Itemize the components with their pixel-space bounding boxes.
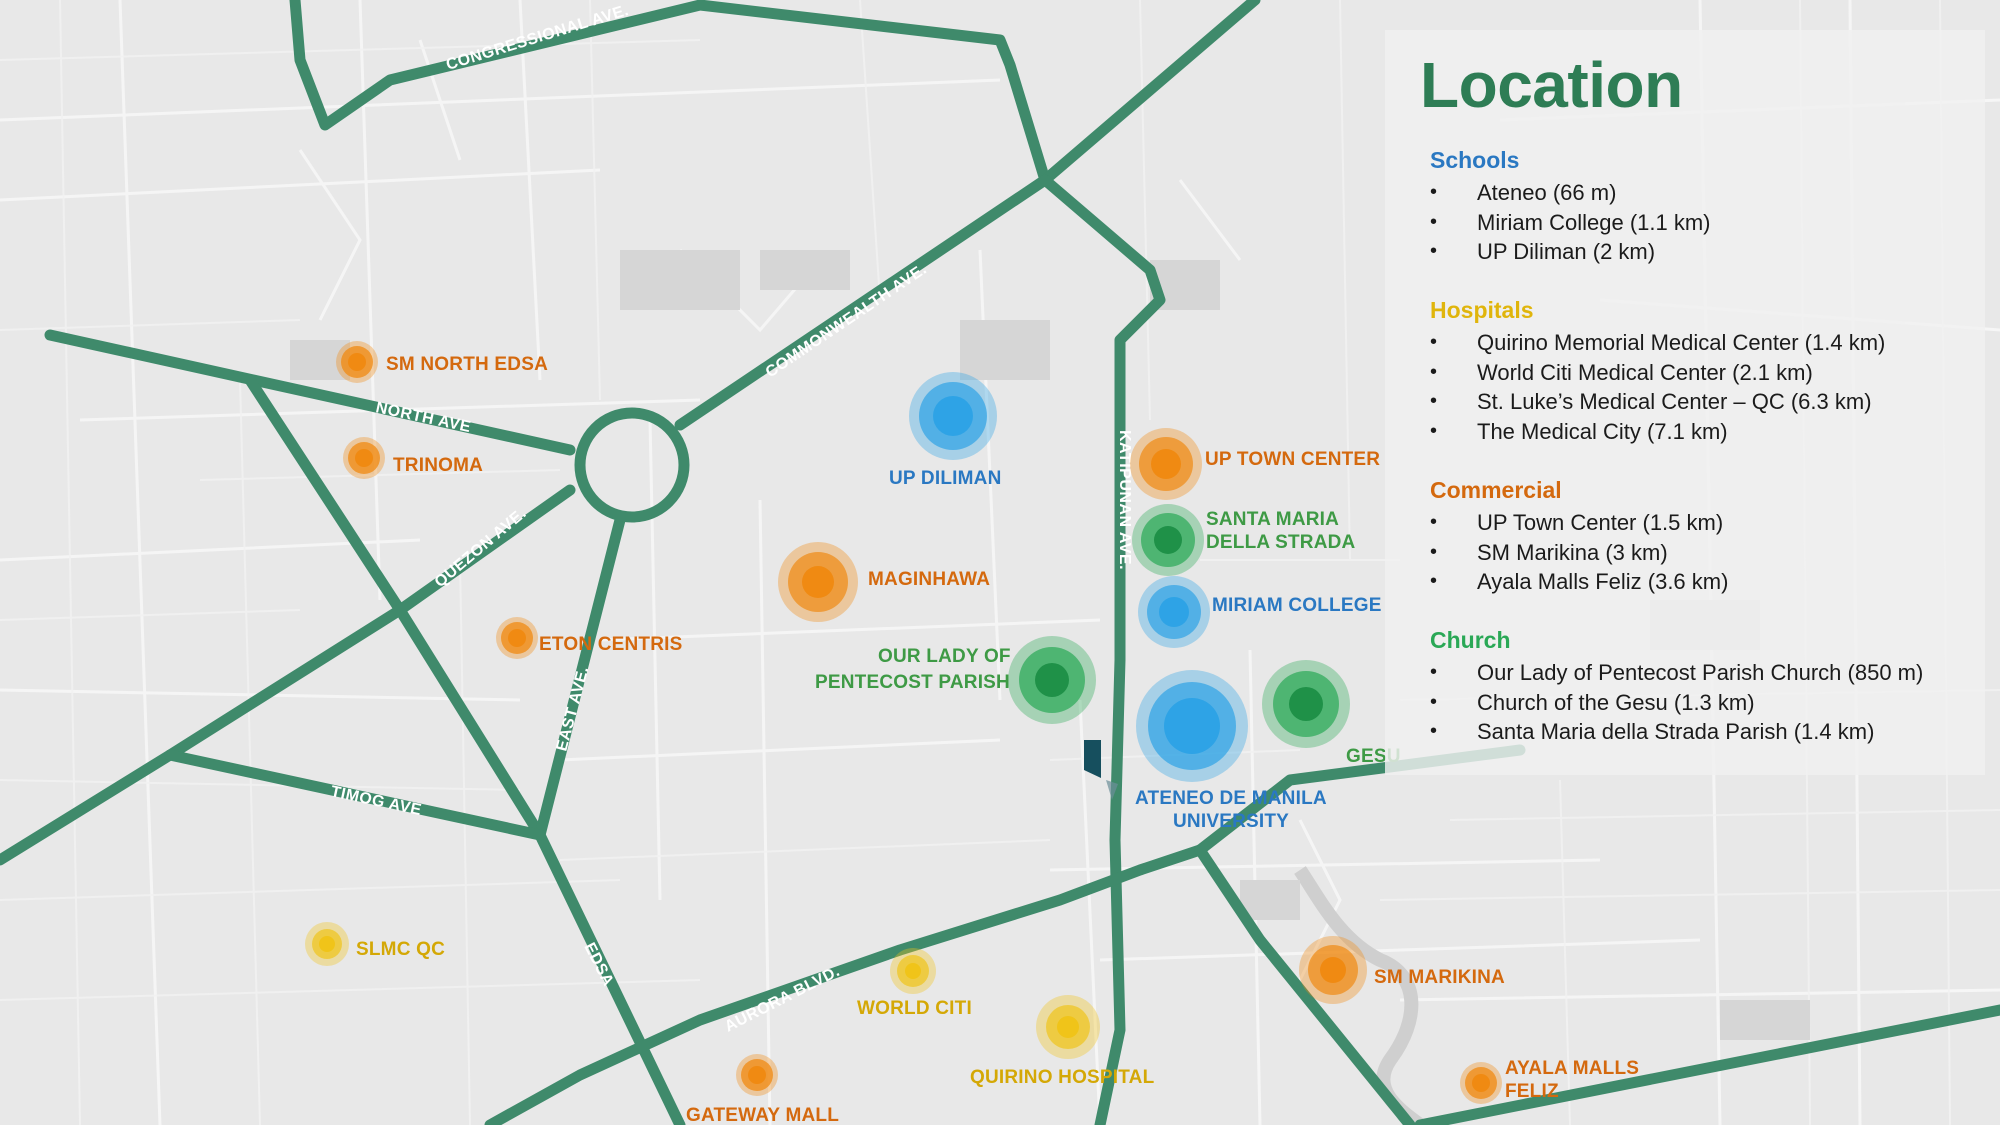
list-item: Ayala Malls Feliz (3.6 km) bbox=[1430, 567, 1990, 597]
poi-marker-eton-centris bbox=[496, 617, 538, 659]
poi-label-slmc-qc: SLMC QC bbox=[356, 939, 445, 960]
poi-label-pentecost-parish: PENTECOST PARISH bbox=[815, 672, 1010, 693]
poi-label-world-citi: WORLD CITI bbox=[857, 998, 972, 1019]
poi-label-ateneo-de-manila: ATENEO DE MANILA bbox=[1135, 788, 1327, 809]
panel-title: Location bbox=[1420, 49, 1683, 121]
section-heading-hospitals: Hospitals bbox=[1430, 297, 1534, 323]
poi-label-sm-marikina: SM MARIKINA bbox=[1374, 967, 1505, 988]
list-item: Church of the Gesu (1.3 km) bbox=[1430, 688, 1990, 718]
poi-label-gateway-mall: GATEWAY MALL bbox=[686, 1105, 839, 1125]
poi-marker-up-diliman bbox=[909, 372, 997, 460]
poi-label-quirino-hospital: QUIRINO HOSPITAL bbox=[970, 1067, 1155, 1088]
list-item: World Citi Medical Center (2.1 km) bbox=[1430, 358, 1990, 388]
poi-label-our-lady-of: OUR LADY OF bbox=[878, 646, 1011, 667]
section-heading-commercial: Commercial bbox=[1430, 477, 1562, 503]
road-label-katipunan: KATIPUNAN AVE. bbox=[1116, 430, 1133, 570]
poi-label-maginhawa: MAGINHAWA bbox=[868, 569, 990, 590]
list-item: SM Marikina (3 km) bbox=[1430, 538, 1990, 568]
commercial-list: UP Town Center (1.5 km) SM Marikina (3 k… bbox=[1430, 508, 1990, 597]
list-item: The Medical City (7.1 km) bbox=[1430, 417, 1990, 447]
poi-marker-up-town-center bbox=[1130, 428, 1202, 500]
poi-label-ayala-malls: AYALA MALLS bbox=[1505, 1058, 1639, 1079]
poi-marker-quirino-hospital bbox=[1036, 995, 1100, 1059]
section-schools: Schools Ateneo (66 m) Miriam College (1.… bbox=[1430, 147, 1990, 267]
poi-marker-world-citi bbox=[890, 948, 936, 994]
poi-marker-sm-north-edsa bbox=[336, 341, 378, 383]
section-hospitals: Hospitals Quirino Memorial Medical Cente… bbox=[1430, 297, 1990, 446]
poi-marker-our-lady-of-pentecost bbox=[1008, 636, 1096, 724]
poi-label-santa-maria: SANTA MARIA bbox=[1206, 509, 1339, 530]
section-heading-church: Church bbox=[1430, 627, 1511, 653]
poi-label-trinoma: TRINOMA bbox=[393, 455, 483, 476]
church-list: Our Lady of Pentecost Parish Church (850… bbox=[1430, 658, 1990, 747]
schools-list: Ateneo (66 m) Miriam College (1.1 km) UP… bbox=[1430, 178, 1990, 267]
list-item: Our Lady of Pentecost Parish Church (850… bbox=[1430, 658, 1990, 688]
poi-marker-maginhawa bbox=[778, 542, 858, 622]
poi-label-sm-north-edsa: SM NORTH EDSA bbox=[386, 354, 548, 375]
list-item: St. Luke’s Medical Center – QC (6.3 km) bbox=[1430, 387, 1990, 417]
poi-marker-slmc-qc bbox=[305, 922, 349, 966]
poi-marker-ayala-malls-feliz bbox=[1460, 1062, 1502, 1104]
list-item: Santa Maria della Strada Parish (1.4 km) bbox=[1430, 717, 1990, 747]
poi-marker-trinoma bbox=[343, 437, 385, 479]
hospitals-list: Quirino Memorial Medical Center (1.4 km)… bbox=[1430, 328, 1990, 446]
poi-label-feliz: FELIZ bbox=[1505, 1081, 1559, 1102]
section-commercial: Commercial UP Town Center (1.5 km) SM Ma… bbox=[1430, 477, 1990, 597]
poi-marker-miriam-college bbox=[1138, 576, 1210, 648]
poi-marker-santa-maria-della-strada bbox=[1132, 504, 1204, 576]
list-item: UP Town Center (1.5 km) bbox=[1430, 508, 1990, 538]
poi-label-up-town-center: UP TOWN CENTER bbox=[1205, 449, 1380, 470]
poi-label-della-strada: DELLA STRADA bbox=[1206, 532, 1356, 553]
poi-label-miriam-college: MIRIAM COLLEGE bbox=[1212, 595, 1382, 616]
poi-label-university: UNIVERSITY bbox=[1173, 811, 1289, 832]
poi-marker-ateneo bbox=[1136, 670, 1248, 782]
poi-marker-gateway-mall bbox=[736, 1054, 778, 1096]
list-item: UP Diliman (2 km) bbox=[1430, 237, 1990, 267]
list-item: Quirino Memorial Medical Center (1.4 km) bbox=[1430, 328, 1990, 358]
poi-marker-gesu bbox=[1262, 660, 1350, 748]
list-item: Miriam College (1.1 km) bbox=[1430, 208, 1990, 238]
poi-label-eton-centris: ETON CENTRIS bbox=[539, 634, 683, 655]
section-heading-schools: Schools bbox=[1430, 147, 1520, 173]
poi-label-up-diliman: UP DILIMAN bbox=[889, 468, 1001, 489]
poi-marker-sm-marikina bbox=[1299, 936, 1367, 1004]
list-item: Ateneo (66 m) bbox=[1430, 178, 1990, 208]
section-church: Church Our Lady of Pentecost Parish Chur… bbox=[1430, 627, 1990, 747]
